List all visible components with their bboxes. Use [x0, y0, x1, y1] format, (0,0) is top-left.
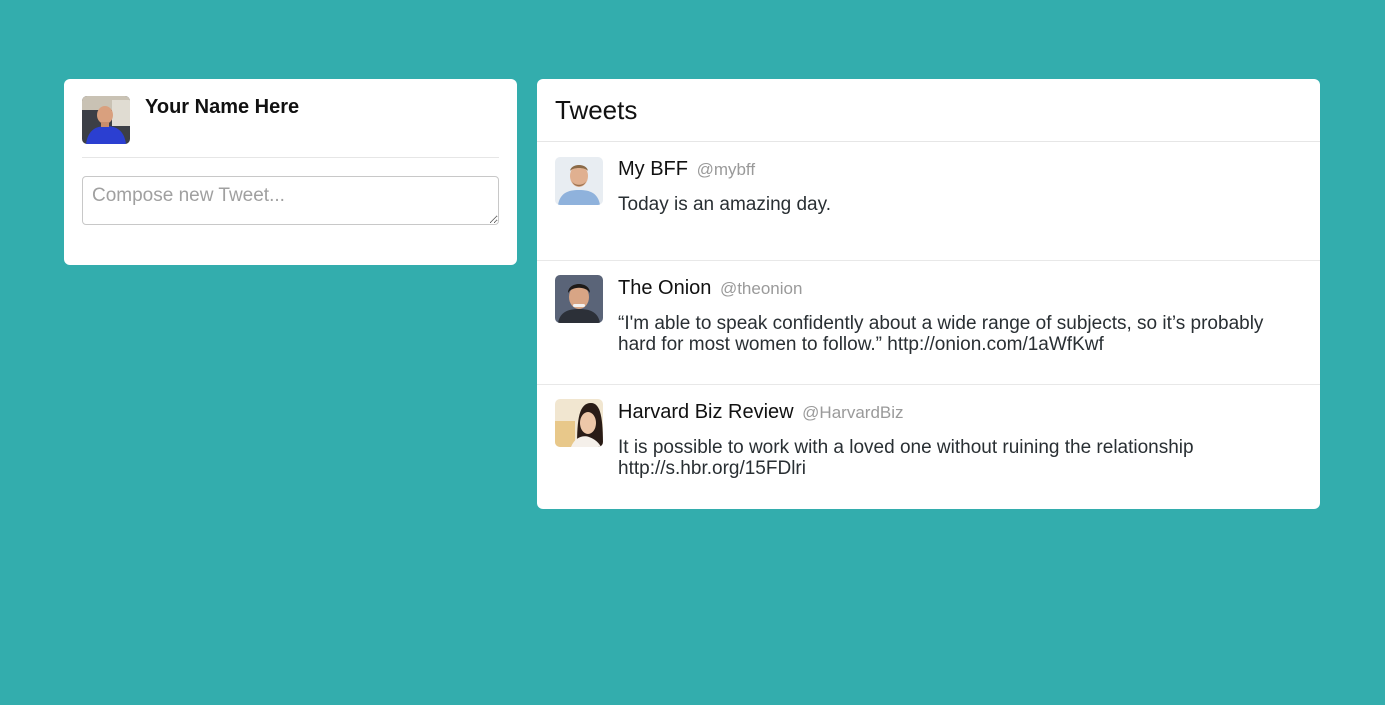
tweet-author-handle[interactable]: @theonion	[720, 279, 803, 298]
tweet-author-name[interactable]: My BFF	[618, 158, 688, 180]
tweets-card: Tweets My BFF @mybff Today is an amazing…	[537, 79, 1320, 509]
tweet-author-name[interactable]: Harvard Biz Review	[618, 401, 794, 423]
tweet-text: Today is an amazing day.	[618, 194, 831, 215]
dashboard-card: Your Name Here	[64, 79, 517, 265]
tweet-avatar[interactable]	[555, 275, 603, 323]
tweet-text: It is possible to work with a loved one …	[618, 437, 1194, 479]
tweet-text: “I'm able to speak confidently about a w…	[618, 313, 1264, 355]
tweet-author-name[interactable]: The Onion	[618, 277, 711, 299]
tweet-author-handle[interactable]: @mybff	[697, 160, 756, 179]
tweet-item[interactable]: My BFF @mybff Today is an amazing day.	[537, 142, 1320, 260]
profile-header: Your Name Here	[82, 96, 499, 158]
user-avatar[interactable]	[82, 96, 130, 144]
tweet-item[interactable]: Harvard Biz Review @HarvardBiz It is pos…	[537, 384, 1320, 508]
tweet-item[interactable]: The Onion @theonion “I'm able to speak c…	[537, 260, 1320, 384]
tweet-avatar[interactable]	[555, 157, 603, 205]
tweet-avatar[interactable]	[555, 399, 603, 447]
user-name: Your Name Here	[145, 96, 300, 118]
compose-tweet-input[interactable]	[82, 176, 499, 225]
tweets-title: Tweets	[537, 79, 1320, 142]
tweet-author-handle[interactable]: @HarvardBiz	[802, 403, 903, 422]
